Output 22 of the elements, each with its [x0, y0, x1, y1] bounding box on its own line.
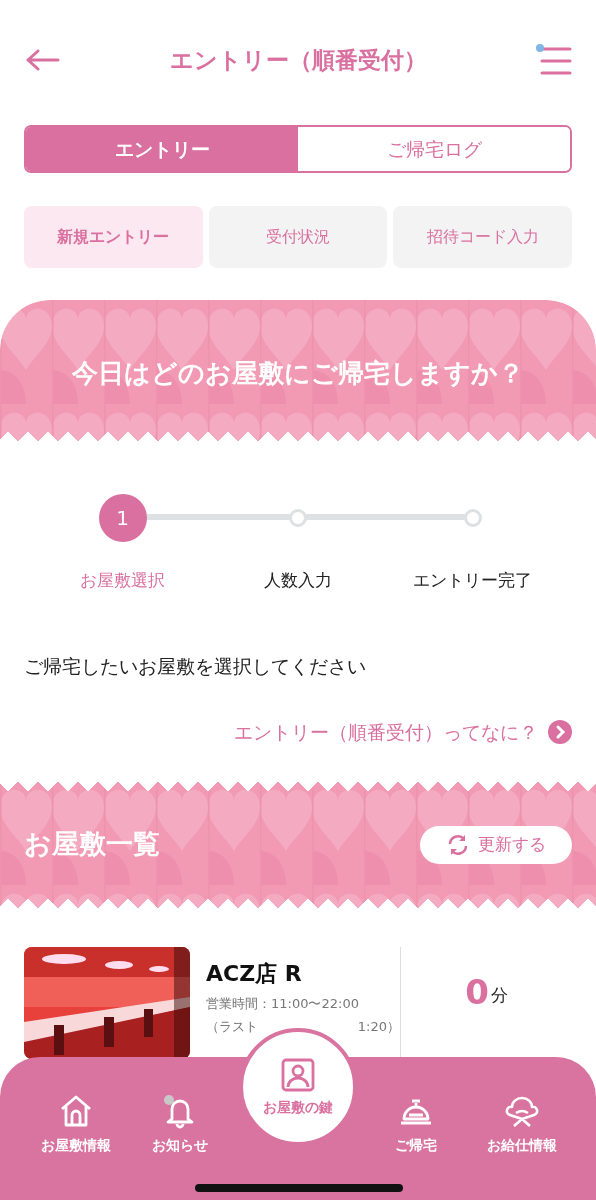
sub-tab[interactable]: 新規エントリー	[24, 206, 203, 268]
chevron-right-icon[interactable]	[548, 720, 572, 745]
step-label: 人数入力	[263, 569, 332, 592]
sub-tab[interactable]: 受付状況	[208, 206, 388, 268]
business-hours: 営業時間：11:00〜22:00	[206, 994, 360, 1013]
last-order-text: 1:20）	[357, 1018, 400, 1036]
section-title: お屋敷一覧	[24, 827, 160, 862]
refresh-icon	[446, 832, 470, 857]
step-label: エントリー完了	[413, 569, 532, 592]
banner-title: 今日はどのお屋敷にご帰宅しますか？	[72, 357, 524, 390]
wait-unit: 分	[490, 983, 508, 1007]
shop-name: ACZ店 R	[206, 959, 303, 988]
step-marker: 1	[98, 494, 147, 542]
menu-icon[interactable]	[536, 44, 572, 76]
help-link[interactable]: エントリー（順番受付）ってなに？	[234, 718, 538, 747]
instruction-text: ご帰宅したいお屋敷を選択してください	[24, 653, 367, 679]
sub-tab[interactable]: 招待コード入力	[393, 206, 572, 268]
wait-time: 0	[465, 970, 489, 1014]
page-title: エントリー（順番受付）	[169, 45, 427, 75]
step-label: お屋敷選択	[80, 569, 165, 592]
tab[interactable]: エントリー	[26, 127, 298, 171]
refresh-button[interactable]: 更新する	[420, 825, 572, 864]
